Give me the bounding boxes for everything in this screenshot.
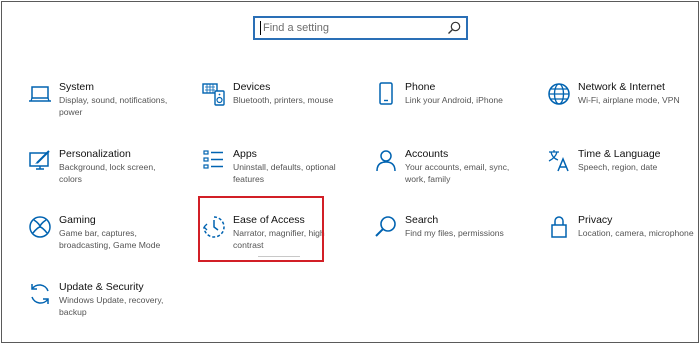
keyboard-speaker-icon xyxy=(201,81,227,107)
tile-title: Search xyxy=(405,214,439,226)
tile-description: Background, lock screen, colors xyxy=(59,162,156,184)
search-box[interactable] xyxy=(253,16,468,40)
tile-description: Uninstall, defaults, optional features xyxy=(233,162,336,184)
tile-title: Privacy xyxy=(578,214,613,226)
tile-title: Time & Language xyxy=(578,148,661,160)
tile-title: System xyxy=(59,81,95,93)
search-icon xyxy=(373,214,399,240)
tile-description: Find my files, permissions xyxy=(405,228,504,238)
tile-privacy[interactable]: Privacy Location, camera, microphone xyxy=(546,214,696,274)
tile-description: Windows Update, recovery, backup xyxy=(59,295,164,317)
language-icon xyxy=(546,148,572,174)
globe-icon xyxy=(546,81,572,107)
laptop-icon xyxy=(27,81,53,107)
tile-title: Network & Internet xyxy=(578,81,665,93)
tile-description: Wi-Fi, airplane mode, VPN xyxy=(578,95,680,105)
tile-description: Bluetooth, printers, mouse xyxy=(233,95,334,105)
tile-system[interactable]: System Display, sound, notifications, po… xyxy=(27,81,177,141)
tile-title: Personalization xyxy=(59,148,131,160)
tile-description: Your accounts, email, sync, work, family xyxy=(405,162,510,184)
tile-update-security[interactable]: Update & Security Windows Update, recove… xyxy=(27,281,177,341)
tile-title: Accounts xyxy=(405,148,449,160)
search-input[interactable] xyxy=(263,18,438,38)
settings-window: System Display, sound, notifications, po… xyxy=(1,1,699,343)
tile-title: Apps xyxy=(233,148,257,160)
tile-description: Speech, region, date xyxy=(578,162,658,172)
search-icon[interactable] xyxy=(446,20,462,36)
tile-time-language[interactable]: Time & Language Speech, region, date xyxy=(546,148,696,208)
tile-title: Gaming xyxy=(59,214,96,226)
highlight-box xyxy=(198,196,324,262)
tile-description: Game bar, captures, broadcasting, Game M… xyxy=(59,228,161,250)
tile-title: Phone xyxy=(405,81,436,93)
tile-accounts[interactable]: Accounts Your accounts, email, sync, wor… xyxy=(373,148,523,208)
sync-icon xyxy=(27,281,53,307)
tile-gaming[interactable]: Gaming Game bar, captures, broadcasting,… xyxy=(27,214,177,274)
divider xyxy=(258,256,300,257)
tile-personalization[interactable]: Personalization Background, lock screen,… xyxy=(27,148,177,208)
phone-icon xyxy=(373,81,399,107)
paintbrush-monitor-icon xyxy=(27,148,53,174)
app-list-icon xyxy=(201,148,227,174)
tile-description: Display, sound, notifications, power xyxy=(59,95,168,117)
xbox-icon xyxy=(27,214,53,240)
tile-title: Update & Security xyxy=(59,281,144,293)
tile-description: Link your Android, iPhone xyxy=(405,95,503,105)
lock-icon xyxy=(546,214,572,240)
tile-title: Devices xyxy=(233,81,271,93)
tile-phone[interactable]: Phone Link your Android, iPhone xyxy=(373,81,523,141)
tile-search[interactable]: Search Find my files, permissions xyxy=(373,214,523,274)
tile-devices[interactable]: Devices Bluetooth, printers, mouse xyxy=(201,81,351,141)
tile-network[interactable]: Network & Internet Wi-Fi, airplane mode,… xyxy=(546,81,696,141)
text-caret xyxy=(260,21,261,35)
tile-description: Location, camera, microphone xyxy=(578,228,694,238)
person-icon xyxy=(373,148,399,174)
